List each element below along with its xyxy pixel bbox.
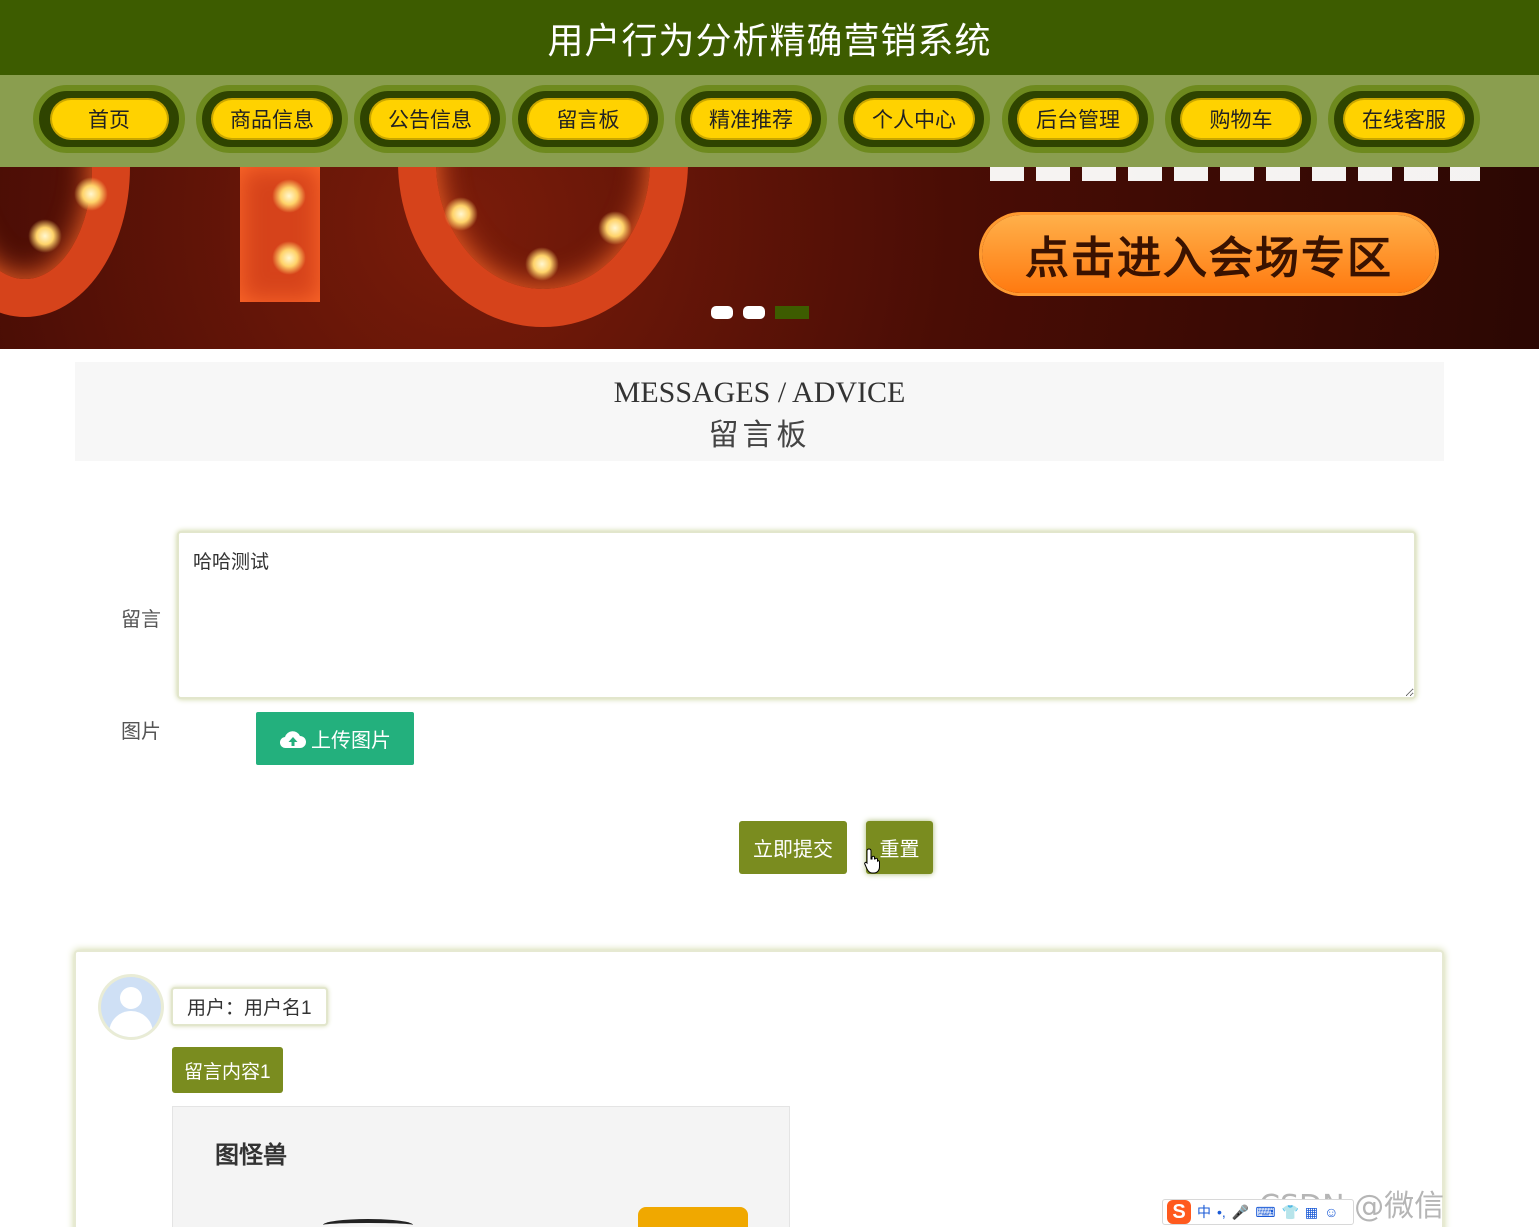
upload-image-button[interactable]: 上传图片 xyxy=(256,712,414,765)
ime-toolbar[interactable]: S 中 •, 🎤 ⌨ 👕 ▦ ☺ xyxy=(1162,1199,1354,1225)
nav-item-home[interactable]: 首页 xyxy=(33,85,185,153)
banner-bulb xyxy=(272,179,306,213)
nav-item-label: 留言板 xyxy=(529,100,647,138)
nav-item-announcements[interactable]: 公告信息 xyxy=(354,85,506,153)
ime-punct[interactable]: •, xyxy=(1217,1204,1226,1220)
carousel-dot[interactable] xyxy=(743,306,765,319)
banner-cta-button[interactable]: 点击进入会场专区 xyxy=(982,215,1436,293)
image-label: 图片 xyxy=(121,721,161,743)
carousel-dots xyxy=(711,306,809,319)
image-graphic xyxy=(323,1219,413,1227)
nav-item-recommend[interactable]: 精准推荐 xyxy=(675,85,827,153)
keyboard-icon[interactable]: ⌨ xyxy=(1255,1204,1275,1221)
nav-item-label: 精准推荐 xyxy=(692,100,810,138)
section-header: MESSAGES / ADVICE 留言板 xyxy=(75,362,1444,461)
user-avatar xyxy=(101,977,161,1037)
section-title-en: MESSAGES / ADVICE xyxy=(613,376,906,409)
message-user: 用户：用户名1 xyxy=(171,987,328,1026)
sogou-ime-icon: S xyxy=(1167,1200,1191,1224)
nav-item-cart[interactable]: 购物车 xyxy=(1165,85,1317,153)
site-title: 用户行为分析精确营销系统 xyxy=(547,19,992,61)
main-nav: 首页 商品信息 公告信息 留言板 精准推荐 个人中心 后台管理 购物车 在线客服 xyxy=(0,75,1539,167)
submit-button[interactable]: 立即提交 xyxy=(739,821,847,874)
toolbox-icon[interactable]: ▦ xyxy=(1305,1204,1318,1221)
nav-item-label: 商品信息 xyxy=(213,100,331,138)
upload-image-label: 上传图片 xyxy=(311,730,391,752)
banner-bulb xyxy=(272,241,306,275)
hero-banner[interactable]: 点击进入会场专区 xyxy=(0,167,1539,349)
nav-item-label: 购物车 xyxy=(1182,100,1300,138)
banner-bulb xyxy=(28,219,62,253)
skin-icon[interactable]: 👕 xyxy=(1281,1204,1298,1221)
nav-item-message-board[interactable]: 留言板 xyxy=(512,85,664,153)
image-brand-logo: 图怪兽 xyxy=(215,1142,287,1169)
message-content: 留言内容1 xyxy=(172,1047,283,1093)
cloud-upload-icon xyxy=(279,730,306,748)
ime-mode[interactable]: 中 xyxy=(1197,1202,1211,1222)
hand-cursor-icon xyxy=(864,848,880,874)
banner-bulb xyxy=(598,211,632,245)
nav-item-profile[interactable]: 个人中心 xyxy=(838,85,990,153)
avatar-icon[interactable]: ☺ xyxy=(1324,1204,1338,1220)
banner-headline-fragment xyxy=(990,167,1480,181)
nav-item-label: 在线客服 xyxy=(1345,100,1463,138)
banner-bulb xyxy=(525,247,559,281)
image-graphic xyxy=(638,1207,748,1227)
banner-bulb xyxy=(74,177,108,211)
nav-item-admin[interactable]: 后台管理 xyxy=(1002,85,1154,153)
nav-item-products[interactable]: 商品信息 xyxy=(196,85,348,153)
nav-item-label: 首页 xyxy=(51,100,167,138)
banner-bulb xyxy=(444,197,478,231)
page: 用户行为分析精确营销系统 首页 商品信息 公告信息 留言板 精准推荐 个人中心 … xyxy=(0,0,1539,1227)
carousel-dot-active[interactable] xyxy=(775,306,809,319)
banner-neon-shape xyxy=(0,167,130,317)
nav-item-support[interactable]: 在线客服 xyxy=(1328,85,1480,153)
message-label: 留言 xyxy=(121,609,161,631)
message-image[interactable]: 图怪兽 xyxy=(172,1106,790,1227)
nav-item-label: 个人中心 xyxy=(855,100,973,138)
message-textarea[interactable]: 哈哈测试 xyxy=(177,531,1416,699)
section-title-zh: 留言板 xyxy=(708,419,811,452)
nav-item-label: 公告信息 xyxy=(371,100,489,138)
microphone-icon[interactable]: 🎤 xyxy=(1232,1204,1249,1221)
site-header: 用户行为分析精确营销系统 xyxy=(0,0,1539,75)
nav-item-label: 后台管理 xyxy=(1019,100,1137,138)
carousel-dot[interactable] xyxy=(711,306,733,319)
